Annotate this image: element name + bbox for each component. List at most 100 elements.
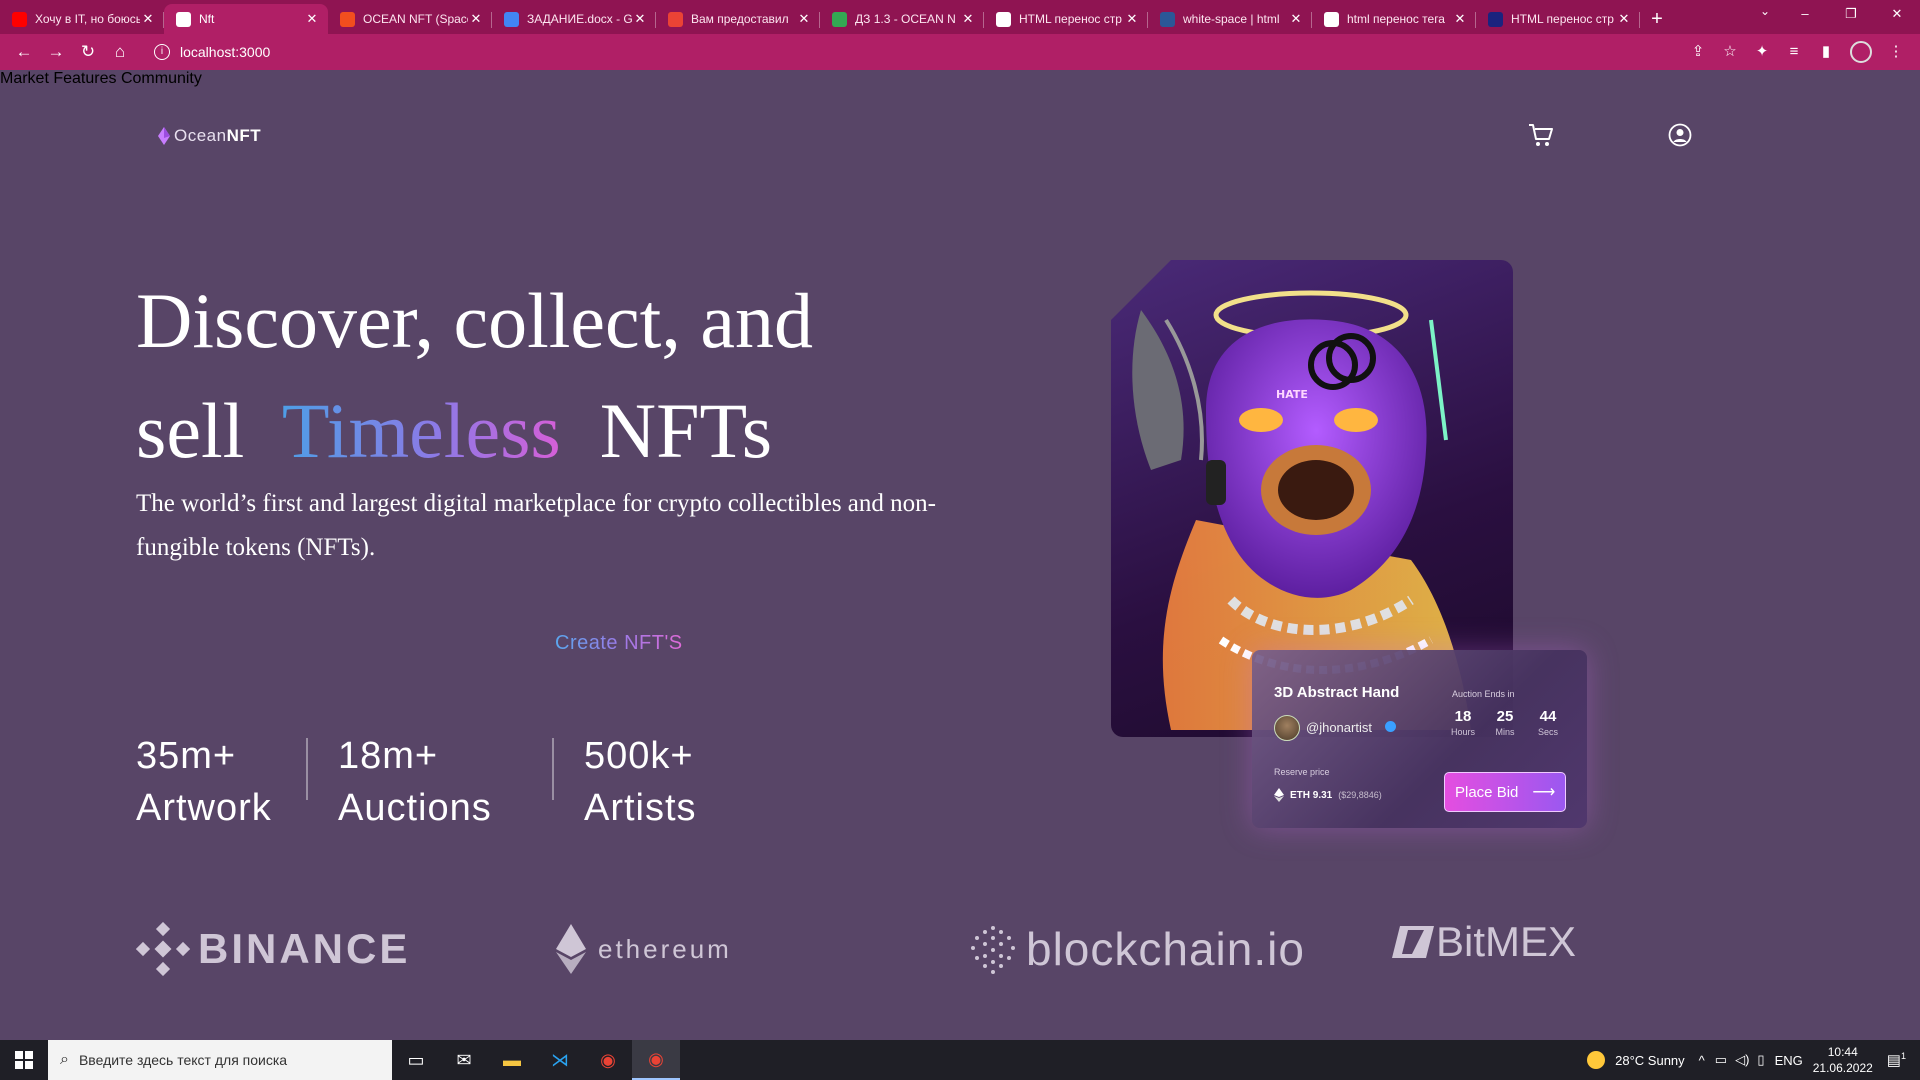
- browser-tab[interactable]: ЗАДАНИЕ.docx - G ✕: [492, 4, 656, 34]
- menu-kebab-icon[interactable]: ⋮: [1880, 38, 1912, 66]
- hero-title-line1: Discover, collect, and: [136, 277, 813, 364]
- tab-close-icon[interactable]: ✕: [1124, 11, 1140, 27]
- partner-logos: BINANCE ethereum blockchain.io BitMEX: [0, 918, 1920, 998]
- tab-title: Nft: [199, 12, 215, 26]
- hero-title: Discover, collect, and sell Timeless NFT…: [136, 266, 813, 486]
- window-controls: – ❐ ✕: [1782, 0, 1920, 28]
- blockchain-dots-icon: [971, 926, 1015, 974]
- notifications-icon[interactable]: ▤1: [1887, 1051, 1906, 1069]
- tab-close-icon[interactable]: ✕: [140, 11, 156, 27]
- tab-title: Хочу в IT, но боюсь: [35, 12, 140, 26]
- forward-icon[interactable]: →: [40, 38, 72, 66]
- eth-icon: [1274, 788, 1284, 802]
- browser-tab[interactable]: HTML перенос стр ✕: [1476, 4, 1640, 34]
- reserve-price-label: Reserve price: [1274, 767, 1330, 777]
- site-info-icon[interactable]: i: [154, 44, 170, 60]
- nav-community[interactable]: Community: [121, 70, 202, 87]
- tab-favicon-icon: [176, 11, 191, 27]
- artist-handle[interactable]: @jhonartist: [1306, 720, 1372, 735]
- tab-close-icon[interactable]: ✕: [796, 11, 812, 27]
- tab-favicon-icon: [668, 11, 683, 27]
- tab-close-icon[interactable]: ✕: [304, 11, 320, 27]
- display-icon[interactable]: ▯: [1757, 1052, 1764, 1068]
- language-indicator[interactable]: ENG: [1775, 1053, 1803, 1068]
- hero-title-accent: Timeless: [281, 387, 561, 474]
- tab-close-icon[interactable]: ✕: [1288, 11, 1304, 27]
- ethereum-logo-icon: [556, 924, 586, 974]
- user-account-icon[interactable]: [1668, 123, 1692, 147]
- reserve-price: ETH 9.31 ($29,8846): [1274, 788, 1382, 802]
- site-logo[interactable]: Ocean NFT: [158, 126, 261, 146]
- search-icon: ⌕: [60, 1051, 69, 1068]
- weather-text[interactable]: 28°C Sunny: [1615, 1053, 1685, 1068]
- tab-close-icon[interactable]: ✕: [1616, 11, 1632, 27]
- binance-logo-icon: [136, 922, 190, 976]
- vscode-icon[interactable]: ⋊: [536, 1040, 584, 1080]
- stat-divider: [306, 738, 308, 800]
- browser-tab[interactable]: html перенос тега ✕: [1312, 4, 1476, 34]
- browser-tab[interactable]: Хочу в IT, но боюсь ✕: [0, 4, 164, 34]
- close-window-button[interactable]: ✕: [1874, 0, 1920, 28]
- logo-diamond-icon: [158, 127, 170, 145]
- cart-icon[interactable]: [1527, 122, 1555, 148]
- countdown-unit: Mins: [1495, 727, 1515, 737]
- countdown-value: 25: [1496, 708, 1514, 725]
- web-page: Ocean NFT Market Features Community Disco…: [0, 70, 1920, 1040]
- browser-tab[interactable]: OCEAN NFT (Space ✕: [328, 4, 492, 34]
- browser-tab[interactable]: white-space | html ✕: [1148, 4, 1312, 34]
- nav-features[interactable]: Features: [53, 70, 116, 87]
- countdown-value: 44: [1539, 708, 1557, 725]
- tab-close-icon[interactable]: ✕: [960, 11, 976, 27]
- verified-badge-icon: [1385, 721, 1396, 732]
- chrome-icon[interactable]: ◉: [584, 1040, 632, 1080]
- side-panel-icon[interactable]: ▮: [1810, 38, 1842, 66]
- tab-close-icon[interactable]: ✕: [1452, 11, 1468, 27]
- stat-label: Auctions: [338, 787, 492, 829]
- tab-close-icon[interactable]: ✕: [632, 11, 648, 27]
- hero-title-line2: sell Timeless NFTs: [136, 376, 813, 486]
- media-queue-icon[interactable]: ≡: [1778, 38, 1810, 66]
- nav-market[interactable]: Market: [0, 70, 49, 87]
- clock[interactable]: 10:44 21.06.2022: [1813, 1044, 1873, 1076]
- tab-favicon-icon: [12, 11, 27, 27]
- volume-icon[interactable]: ◁): [1735, 1052, 1749, 1068]
- address-bar[interactable]: i localhost:3000: [142, 38, 1668, 66]
- partner-bitmex-name: BitMEX: [1436, 918, 1577, 965]
- taskbar-search-box[interactable]: ⌕ Введите здесь текст для поиска: [48, 1040, 392, 1080]
- browser-tab[interactable]: HTML перенос стр ✕: [984, 4, 1148, 34]
- bookmark-star-icon[interactable]: ☆: [1714, 38, 1746, 66]
- maximize-button[interactable]: ❐: [1828, 0, 1874, 28]
- tab-favicon-icon: [1324, 11, 1339, 27]
- minimize-button[interactable]: –: [1782, 0, 1828, 28]
- stat-label: Artists: [584, 787, 697, 829]
- tab-close-icon[interactable]: ✕: [468, 11, 484, 27]
- home-icon[interactable]: ⌂: [104, 38, 136, 66]
- logo-text-ocean: Ocean: [174, 126, 227, 145]
- file-explorer-icon[interactable]: ▬: [488, 1040, 536, 1080]
- create-nfts-link[interactable]: Create NFT'S: [555, 632, 683, 655]
- tab-search-icon[interactable]: ⌄: [1760, 4, 1770, 18]
- browser-tab[interactable]: Вам предоставил ✕: [656, 4, 820, 34]
- weather-sun-icon[interactable]: [1587, 1051, 1606, 1069]
- windows-logo-icon: [15, 1051, 33, 1069]
- chrome-profile-icon[interactable]: ◉: [632, 1040, 680, 1080]
- toolbar-actions: ⇪ ☆ ✦ ≡ ▮ ⋮: [1682, 38, 1920, 66]
- back-icon[interactable]: ←: [8, 38, 40, 66]
- new-tab-button[interactable]: +: [1640, 4, 1674, 34]
- browser-tab[interactable]: ДЗ 1.3 - OCEAN N ✕: [820, 4, 984, 34]
- url-text[interactable]: localhost:3000: [180, 44, 270, 60]
- tray-chevron-icon[interactable]: ^: [1699, 1053, 1705, 1068]
- profile-avatar[interactable]: [1850, 41, 1872, 63]
- artist-avatar[interactable]: [1274, 715, 1300, 741]
- mail-app-icon[interactable]: ✉: [440, 1040, 488, 1080]
- partner-bitmex: BitMEX: [1390, 918, 1576, 966]
- share-icon[interactable]: ⇪: [1682, 38, 1714, 66]
- extensions-icon[interactable]: ✦: [1746, 38, 1778, 66]
- network-icon[interactable]: ▭: [1715, 1052, 1727, 1068]
- hero-subtitle: The world’s first and largest digital ma…: [136, 490, 936, 561]
- task-view-icon[interactable]: ▭: [392, 1040, 440, 1080]
- start-button[interactable]: [0, 1040, 48, 1080]
- reload-icon[interactable]: ↻: [72, 38, 104, 66]
- place-bid-button[interactable]: Place Bid ⟶: [1444, 772, 1566, 812]
- browser-tab[interactable]: Nft ✕: [164, 4, 328, 34]
